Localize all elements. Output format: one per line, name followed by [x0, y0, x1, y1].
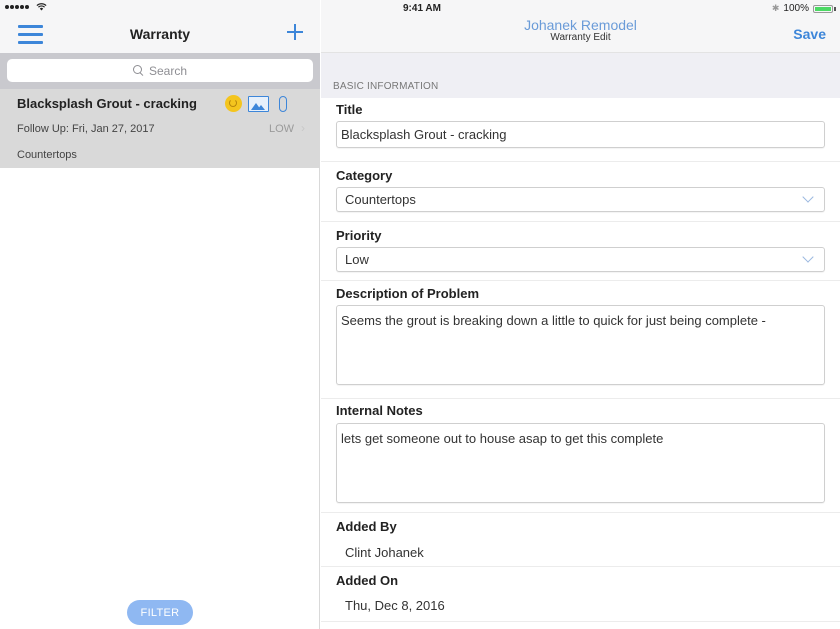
- wifi-icon: [36, 2, 47, 13]
- list-title: Warranty: [129, 26, 191, 42]
- battery-tip: [834, 6, 836, 11]
- chevron-right-icon: ›: [301, 121, 305, 135]
- category-label: Category: [336, 168, 393, 183]
- item-category: Countertops: [17, 149, 77, 161]
- description-label: Description of Problem: [336, 286, 480, 301]
- warranty-edit-pane: 9:41 AM ✱ 100% Johanek Remodel Warranty …: [321, 0, 840, 629]
- internal-notes-field: Internal Notes lets get someone out to h…: [321, 399, 840, 513]
- item-follow-up: Follow Up: Fri, Jan 27, 2017: [17, 123, 155, 135]
- search-bar: Search: [0, 53, 320, 89]
- title-field: Title Blacksplash Grout - cracking: [321, 98, 840, 162]
- priority-field: Priority Low: [321, 222, 840, 281]
- status-bar-right: 9:41 AM ✱ 100%: [321, 0, 840, 17]
- paperclip-icon: [279, 95, 287, 112]
- section-header-label: BASIC INFORMATION: [333, 81, 439, 92]
- category-field: Category Countertops: [321, 162, 840, 222]
- warranty-form: Title Blacksplash Grout - cracking Categ…: [321, 98, 840, 622]
- page-subtitle: Warranty Edit: [550, 32, 611, 43]
- image-icon: [248, 95, 269, 112]
- category-select[interactable]: Countertops: [336, 187, 825, 212]
- status-bar-left: [0, 0, 320, 17]
- item-title: Blacksplash Grout - cracking: [17, 96, 197, 111]
- status-right-group: ✱ 100%: [772, 3, 836, 14]
- project-title: Johanek Remodel: [524, 17, 637, 33]
- description-field: Description of Problem Seems the grout i…: [321, 281, 840, 399]
- item-icons: [225, 95, 287, 112]
- title-input[interactable]: Blacksplash Grout - cracking: [336, 121, 825, 148]
- section-header: BASIC INFORMATION: [321, 53, 840, 98]
- priority-label: Priority: [336, 228, 382, 243]
- search-placeholder: Search: [148, 63, 188, 78]
- bluetooth-icon: ✱: [771, 3, 780, 13]
- internal-notes-textarea[interactable]: lets get someone out to house asap to ge…: [336, 423, 825, 503]
- detail-nav-bar: Johanek Remodel Warranty Edit Save: [321, 17, 840, 53]
- filter-button[interactable]: FILTER: [127, 600, 193, 625]
- status-time: 9:41 AM: [403, 3, 441, 14]
- warranty-list-item[interactable]: Blacksplash Grout - cracking Follow Up: …: [0, 89, 320, 168]
- category-value: Countertops: [345, 192, 416, 207]
- chevron-down-icon: [802, 251, 814, 263]
- battery-percent: 100%: [783, 3, 809, 14]
- added-on-field: Added On Thu, Dec 8, 2016: [321, 567, 840, 622]
- added-by-label: Added By: [336, 519, 397, 534]
- item-priority: LOW: [269, 123, 295, 135]
- priority-value: Low: [345, 252, 369, 267]
- title-label: Title: [336, 102, 363, 117]
- sync-icon: [225, 95, 242, 112]
- description-textarea[interactable]: Seems the grout is breaking down a littl…: [336, 305, 825, 385]
- priority-select[interactable]: Low: [336, 247, 825, 272]
- search-icon: [132, 65, 144, 76]
- added-by-value: Clint Johanek: [345, 545, 424, 560]
- search-input[interactable]: Search: [7, 59, 313, 82]
- warranty-list-pane: Warranty Search Blacksplash Grout - crac…: [0, 0, 320, 629]
- signal-icon: [5, 5, 29, 9]
- added-on-value: Thu, Dec 8, 2016: [345, 598, 445, 613]
- list-nav-bar: Warranty: [0, 17, 320, 53]
- added-on-label: Added On: [336, 573, 399, 588]
- added-by-field: Added By Clint Johanek: [321, 513, 840, 567]
- internal-notes-label: Internal Notes: [336, 403, 423, 418]
- add-warranty-button[interactable]: [286, 23, 304, 41]
- chevron-down-icon: [802, 191, 814, 203]
- save-button[interactable]: Save: [793, 26, 826, 42]
- battery-icon: [813, 4, 833, 13]
